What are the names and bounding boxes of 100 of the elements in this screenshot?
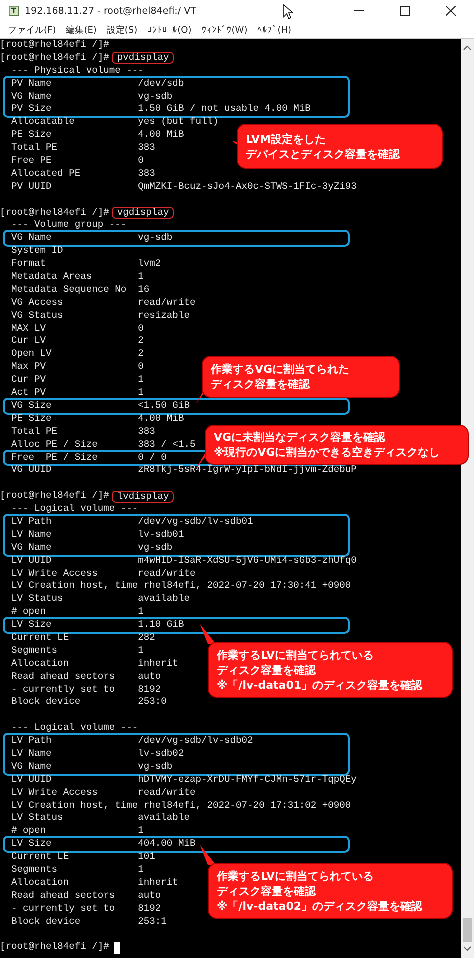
field-label: VG Name: [12, 90, 53, 104]
field-label: LV Size: [12, 619, 53, 632]
field-value: vg-sdb: [138, 760, 173, 774]
field-value: 101: [138, 851, 156, 864]
field-label: Allocated PE: [12, 168, 82, 181]
field-value: inherit: [138, 876, 178, 890]
field-label: Total PE: [12, 426, 59, 439]
scroll-up-icon[interactable]: [463, 45, 472, 51]
field-label: Open LV: [12, 348, 53, 362]
field-value: rhel84efi, 2022-07-20 17:31:02 +0900: [144, 800, 352, 812]
menu-item[interactable]: ファイル(F): [3, 22, 62, 38]
field-label: LV Path: [12, 735, 53, 748]
field-value: 253:0: [138, 696, 167, 710]
field-label: Segments: [12, 644, 59, 658]
field-label: PE Size: [12, 129, 53, 142]
field-value: yes (but full): [138, 116, 219, 130]
scroll-down-icon[interactable]: [463, 946, 472, 952]
field-value: 16: [138, 284, 150, 297]
field-label: Block device: [12, 696, 82, 710]
command-text: vgdisplay: [112, 207, 174, 220]
field-value: 4.00 MiB: [138, 412, 184, 426]
shell-prompt: [root@rhel84efi /]#: [0, 39, 110, 52]
field-label: Current LE: [12, 851, 70, 864]
field-value: auto: [138, 890, 162, 903]
field-label: VG UUID: [12, 464, 53, 478]
menu-item[interactable]: 編集(E): [61, 22, 102, 38]
app-icon: [9, 6, 19, 16]
shell-prompt: [root@rhel84efi /]#: [0, 490, 110, 504]
scroll-thumb[interactable]: [463, 918, 472, 942]
field-value: 1.50 GiB / not usable 4.00 MiB: [138, 103, 311, 116]
field-value: 1: [138, 864, 144, 877]
section-header: --- Volume group ---: [10, 219, 127, 232]
field-label: VG Name: [12, 542, 53, 555]
field-label: LV Name: [12, 528, 53, 542]
field-value: 0: [138, 155, 144, 168]
field-value: read/write: [138, 786, 196, 800]
field-label: Alloc PE / Size: [12, 438, 99, 452]
field-label: Max PV: [12, 361, 48, 374]
shell-prompt: [root@rhel84efi /]#: [0, 206, 110, 220]
field-label: LV Write Access: [12, 786, 99, 800]
menu-item[interactable]: 設定(S): [102, 22, 143, 38]
field-label: Metadata Sequence No: [12, 284, 128, 297]
scrollbar[interactable]: [461, 39, 474, 958]
field-value: lvm2: [138, 258, 162, 272]
field-value: 1: [138, 606, 144, 620]
field-value: 1: [138, 387, 144, 400]
field-value: 1: [138, 271, 144, 284]
shell-prompt: [root@rhel84efi /]#: [0, 941, 110, 954]
field-label: LV Size: [12, 838, 53, 852]
field-label: - currently set to: [12, 902, 116, 916]
field-value: /dev/vg-sdb/lv-sdb02: [138, 735, 254, 748]
callout-text: デバイスとディスク容量を確認: [246, 146, 402, 162]
field-value: 0: [138, 322, 144, 336]
callout-text: VGに未割当なディスク容量を確認: [214, 430, 387, 445]
callout-text: LVM設定をした: [246, 132, 327, 146]
field-value: 0 / 0: [138, 452, 167, 464]
field-label: Act PV: [12, 387, 48, 400]
field-label: Total PE: [12, 142, 59, 156]
field-label: LV Creation host, time: [12, 580, 138, 594]
field-value: <1.50 GiB: [138, 400, 190, 413]
command-text: lvdisplay: [112, 490, 174, 503]
field-value: zR8Tkj-5sR4-IgrW-yIpI-bNdI-jjvm-ZdebuP: [138, 464, 357, 478]
field-value: 0: [138, 361, 144, 374]
field-label: Format: [12, 258, 48, 272]
callout-text: ディスク容量を確認: [217, 884, 318, 898]
field-value: lv-sdb02: [138, 748, 184, 761]
field-label: Read ahead sectors: [12, 670, 116, 684]
field-value: hDTVMY-ezap-XrDU-FMYf-CJMn-571r-TqpQEy: [138, 774, 357, 787]
maximize-icon[interactable]: [400, 6, 410, 16]
field-value: available: [138, 593, 190, 606]
field-label: LV UUID: [12, 774, 53, 787]
field-label: LV Write Access: [12, 568, 99, 580]
field-value: 383: [138, 426, 156, 439]
menu-item[interactable]: ｺﾝﾄﾛｰﾙ(O): [142, 22, 197, 38]
field-label: PV Size: [12, 103, 53, 116]
field-value: 1: [138, 644, 144, 658]
close-icon[interactable]: [446, 6, 456, 16]
menu-item[interactable]: ﾍﾙﾌﾟ(H): [252, 22, 296, 38]
field-label: LV Status: [12, 593, 64, 606]
field-value: QmMZKI-Bcuz-sJo4-Ax0c-STWS-1FIc-3yZi93: [138, 180, 357, 194]
field-value: available: [138, 812, 190, 826]
field-label: Segments: [12, 864, 59, 877]
field-label: # open: [12, 825, 48, 838]
field-value: /dev/sdb: [138, 78, 184, 91]
field-value: 4.00 MiB: [138, 129, 184, 142]
field-value: rhel84efi, 2022-07-20 17:30:41 +0900: [144, 580, 352, 594]
callout-text: ディスク容量を確認: [217, 662, 318, 678]
field-label: Free PE: [12, 155, 53, 168]
field-label: Allocation: [12, 876, 70, 890]
field-label: # open: [12, 606, 48, 620]
field-value: resizable: [138, 310, 190, 323]
field-value: m4wHID-ISaR-XdSU-5jV6-UMi4-sGb3-zhUfq0: [138, 554, 357, 568]
menu-item[interactable]: ｳｨﾝﾄﾞｳ(W): [196, 22, 253, 38]
field-label: - currently set to: [12, 684, 116, 696]
field-value: 383: [138, 142, 156, 156]
callout-text: 作業するLVに割当てられている: [217, 868, 376, 884]
section-header: --- Physical volume ---: [10, 64, 144, 78]
field-label: PE Size: [12, 412, 53, 426]
section-header: --- Logical volume ---: [10, 503, 138, 516]
field-label: LV UUID: [12, 554, 53, 568]
